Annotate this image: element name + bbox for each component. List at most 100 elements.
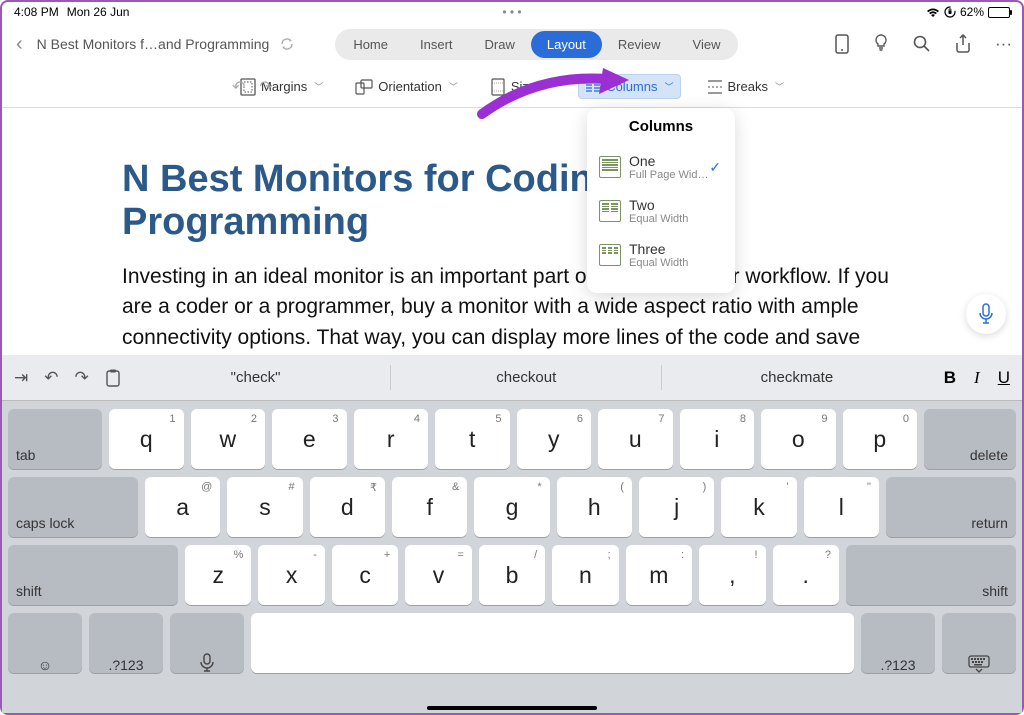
key-shift-right[interactable]: shift [846, 545, 1016, 605]
key-u[interactable]: 7u [598, 409, 673, 469]
columns-option-one[interactable]: OneFull Page Wid… ✓ [593, 145, 729, 189]
undo-icon[interactable]: ↶ [232, 77, 245, 97]
battery-icon [988, 7, 1010, 18]
document-heading: N Best Monitors for Coding and Programmi… [122, 158, 902, 244]
key-g[interactable]: *g [474, 477, 549, 537]
ribbon: ↶ ↷ Margins ﹀ Orientation ﹀ Size ﹀ Colum… [2, 66, 1022, 108]
key-k[interactable]: 'k [721, 477, 796, 537]
redo-icon[interactable]: ↷ [259, 77, 272, 97]
key-delete[interactable]: delete [924, 409, 1016, 469]
key-b[interactable]: /b [479, 545, 545, 605]
document-title[interactable]: N Best Monitors f…and Programming [37, 36, 270, 52]
tab-insert[interactable]: Insert [404, 31, 469, 58]
key-p[interactable]: 0p [843, 409, 918, 469]
italic-button[interactable]: I [974, 368, 980, 388]
battery-pct: 62% [960, 5, 984, 19]
key-m[interactable]: :m [626, 545, 692, 605]
tab-home[interactable]: Home [337, 31, 404, 58]
key-shift-left[interactable]: shift [8, 545, 178, 605]
search-icon[interactable] [913, 35, 931, 53]
tab-view[interactable]: View [677, 31, 737, 58]
sync-icon[interactable] [279, 36, 295, 52]
grab-handle-icon[interactable]: • • • [502, 5, 521, 19]
key-numbers-right[interactable]: .?123 [861, 613, 935, 673]
wifi-icon [926, 7, 940, 18]
lightbulb-icon[interactable] [873, 34, 889, 54]
suggestion-2[interactable]: checkout [390, 365, 661, 390]
key-tab[interactable]: tab [8, 409, 102, 469]
key-w[interactable]: 2w [191, 409, 266, 469]
tab-review[interactable]: Review [602, 31, 677, 58]
key-emoji[interactable]: ☺ [8, 613, 82, 673]
key-space[interactable] [251, 613, 854, 673]
option-sublabel: Equal Width [629, 213, 688, 225]
chevron-down-icon: ﹀ [543, 80, 552, 93]
key-a[interactable]: @a [145, 477, 220, 537]
check-icon: ✓ [709, 159, 721, 176]
key-s[interactable]: #s [227, 477, 302, 537]
bold-button[interactable]: B [944, 368, 956, 388]
command-tabs: Home Insert Draw Layout Review View [335, 29, 738, 60]
key-y[interactable]: 6y [517, 409, 592, 469]
key-d[interactable]: ₹d [310, 477, 385, 537]
key-x[interactable]: -x [258, 545, 324, 605]
key-t[interactable]: 5t [435, 409, 510, 469]
key-i[interactable]: 8i [680, 409, 755, 469]
document-area[interactable]: N Best Monitors for Coding and Programmi… [2, 108, 1022, 384]
key-h[interactable]: (h [557, 477, 632, 537]
keyboard: ⇥ ↶ ↷ "check" checkout checkmate B I U t… [2, 355, 1022, 713]
ribbon-columns[interactable]: Columns ﹀ [578, 74, 680, 99]
back-button[interactable]: ‹ [12, 33, 27, 56]
home-indicator[interactable] [427, 706, 597, 710]
key-e[interactable]: 3e [272, 409, 347, 469]
ribbon-orientation[interactable]: Orientation ﹀ [349, 75, 464, 99]
columns-option-two[interactable]: TwoEqual Width [593, 189, 729, 233]
key-hide-keyboard[interactable] [942, 613, 1016, 673]
columns-option-three[interactable]: ThreeEqual Width [593, 233, 729, 277]
underline-button[interactable]: U [998, 368, 1010, 388]
key-r[interactable]: 4r [354, 409, 429, 469]
key-v[interactable]: =v [405, 545, 471, 605]
dictate-button[interactable] [966, 294, 1006, 334]
suggestion-1[interactable]: "check" [121, 365, 391, 390]
size-icon [490, 78, 506, 96]
key-capslock[interactable]: caps lock [8, 477, 138, 537]
ribbon-breaks[interactable]: Breaks ﹀ [701, 75, 790, 99]
phone-icon[interactable] [835, 34, 849, 54]
key-j[interactable]: )j [639, 477, 714, 537]
chevron-down-icon: ﹀ [664, 80, 673, 93]
option-label: Two [629, 197, 688, 213]
key-c[interactable]: +c [332, 545, 398, 605]
ribbon-size[interactable]: Size ﹀ [484, 74, 558, 100]
chevron-down-icon: ﹀ [314, 80, 323, 93]
redo-icon[interactable]: ↷ [75, 368, 89, 388]
suggestion-3[interactable]: checkmate [661, 365, 932, 390]
key-,[interactable]: !, [699, 545, 765, 605]
key-f[interactable]: &f [392, 477, 467, 537]
option-sublabel: Full Page Wid… [629, 169, 708, 181]
tab-draw[interactable]: Draw [469, 31, 531, 58]
orientation-icon [355, 79, 373, 95]
ribbon-size-label: Size [511, 79, 536, 94]
key-return[interactable]: return [886, 477, 1016, 537]
key-numbers-left[interactable]: .?123 [89, 613, 163, 673]
key-n[interactable]: ;n [552, 545, 618, 605]
share-icon[interactable] [955, 34, 971, 54]
key-q[interactable]: 1q [109, 409, 184, 469]
key-o[interactable]: 9o [761, 409, 836, 469]
status-time: 4:08 PM [14, 5, 59, 19]
keyboard-toolbar: ⇥ ↶ ↷ "check" checkout checkmate B I U [2, 355, 1022, 401]
more-icon[interactable]: ··· [995, 34, 1012, 54]
undo-icon[interactable]: ↶ [44, 368, 58, 388]
ribbon-breaks-label: Breaks [728, 79, 768, 94]
key-.[interactable]: ?. [773, 545, 839, 605]
tab-layout[interactable]: Layout [531, 31, 602, 58]
status-bar: 4:08 PM Mon 26 Jun • • • 62% [2, 2, 1022, 22]
key-mic[interactable] [170, 613, 244, 673]
clipboard-icon[interactable] [105, 369, 121, 387]
key-l[interactable]: "l [804, 477, 879, 537]
indent-icon[interactable]: ⇥ [14, 368, 28, 388]
popover-title: Columns [593, 118, 729, 145]
key-z[interactable]: %z [185, 545, 251, 605]
keyboard-suggestions: "check" checkout checkmate [121, 365, 932, 390]
